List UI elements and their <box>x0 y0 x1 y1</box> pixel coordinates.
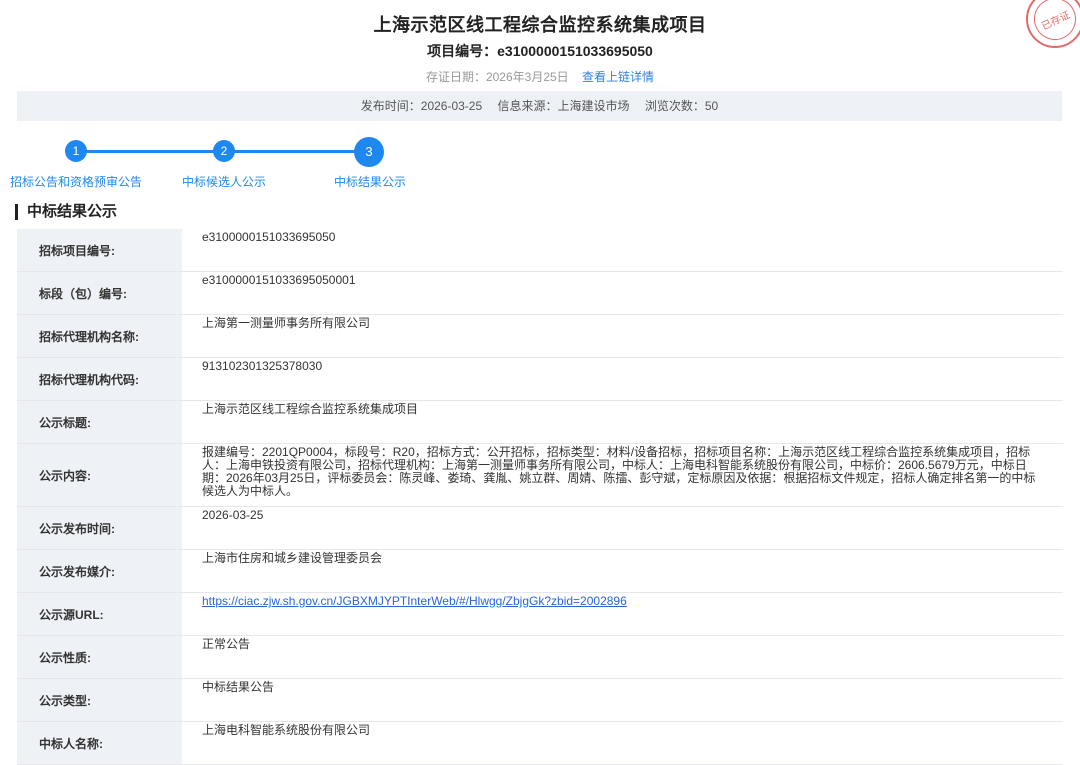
row-label: 中标人名称: <box>17 722 182 764</box>
row-label: 标段（包）编号: <box>17 272 182 314</box>
row-value: 上海电科智能系统股份有限公司 <box>202 723 371 737</box>
row-label: 公示性质: <box>17 636 182 678</box>
step-connector <box>76 150 224 153</box>
source-url-link[interactable]: https://ciac.zjw.sh.gov.cn/JGBXMJYPTInte… <box>202 594 627 608</box>
row-value: 上海示范区线工程综合监控系统集成项目 <box>202 402 419 416</box>
row-label: 招标代理机构代码: <box>17 358 182 400</box>
step-3-label[interactable]: 中标结果公示 <box>334 173 406 190</box>
section-title: 中标结果公示 <box>15 204 117 220</box>
info-source: 信息来源：上海建设市场 <box>497 99 630 113</box>
row-label: 招标项目编号: <box>17 229 182 271</box>
step-connector <box>224 150 370 153</box>
row-value: 报建编号：2201QP0004，标段号：R20，招标方式：公开招标，招标类型：材… <box>202 445 1036 498</box>
row-value: e3100000151033695050 <box>202 230 336 244</box>
row-label: 公示标题: <box>17 401 182 443</box>
table-row: 公示标题: 上海示范区线工程综合监控系统集成项目 <box>17 401 1063 444</box>
step-1-marker[interactable]: 1 <box>65 140 87 162</box>
table-row: 中标人名称: 上海电科智能系统股份有限公司 <box>17 722 1063 765</box>
page-title: 上海示范区线工程综合监控系统集成项目 <box>373 15 707 35</box>
result-table: 招标项目编号: e3100000151033695050 标段（包）编号: e3… <box>17 229 1063 765</box>
table-row: 公示发布媒介: 上海市住房和城乡建设管理委员会 <box>17 550 1063 593</box>
table-row: 招标代理机构代码: 913102301325378030 <box>17 358 1063 401</box>
table-row: 公示性质: 正常公告 <box>17 636 1063 679</box>
evidence-line: 存证日期：2026年3月25日 查看上链详情 <box>0 68 1080 85</box>
project-number: 项目编号：e3100000151033695050 <box>427 43 653 59</box>
row-value: 2026-03-25 <box>202 508 264 522</box>
step-2-label[interactable]: 中标候选人公示 <box>182 173 266 190</box>
table-row: 招标项目编号: e3100000151033695050 <box>17 229 1063 272</box>
row-value: e3100000151033695050001 <box>202 273 356 287</box>
table-row: 标段（包）编号: e3100000151033695050001 <box>17 272 1063 315</box>
step-3-marker[interactable]: 3 <box>354 137 384 167</box>
row-value: 上海第一测量师事务所有限公司 <box>202 316 371 330</box>
table-row: 招标代理机构名称: 上海第一测量师事务所有限公司 <box>17 315 1063 358</box>
row-label: 公示发布时间: <box>17 507 182 549</box>
step-2-marker[interactable]: 2 <box>213 140 235 162</box>
table-row: 公示类型: 中标结果公告 <box>17 679 1063 722</box>
table-row: 公示内容: 报建编号：2201QP0004，标段号：R20，招标方式：公开招标，… <box>17 444 1063 507</box>
progress-steps: 1 2 3 招标公告和资格预审公告 中标候选人公示 中标结果公示 <box>0 137 420 190</box>
view-count: 浏览次数：50 <box>644 99 719 113</box>
row-value: 上海市住房和城乡建设管理委员会 <box>202 551 383 565</box>
row-value: https://ciac.zjw.sh.gov.cn/JGBXMJYPTInte… <box>182 593 1063 635</box>
row-value: 913102301325378030 <box>202 359 323 373</box>
publish-time: 发布时间：2026-03-25 <box>360 99 483 113</box>
table-row: 公示发布时间: 2026-03-25 <box>17 507 1063 550</box>
row-label: 公示类型: <box>17 679 182 721</box>
row-value: 正常公告 <box>202 637 251 651</box>
row-value: 中标结果公告 <box>202 680 275 694</box>
row-label: 公示源URL: <box>17 593 182 635</box>
view-chain-details-link[interactable]: 查看上链详情 <box>582 70 654 84</box>
evidence-date: 存证日期：2026年3月25日 <box>425 70 569 84</box>
table-row: 公示源URL: https://ciac.zjw.sh.gov.cn/JGBXM… <box>17 593 1063 636</box>
row-label: 公示内容: <box>17 444 182 506</box>
step-1-label[interactable]: 招标公告和资格预审公告 <box>10 173 142 190</box>
row-label: 公示发布媒介: <box>17 550 182 592</box>
row-label: 招标代理机构名称: <box>17 315 182 357</box>
meta-bar: 发布时间：2026-03-25 信息来源：上海建设市场 浏览次数：50 <box>17 91 1062 121</box>
